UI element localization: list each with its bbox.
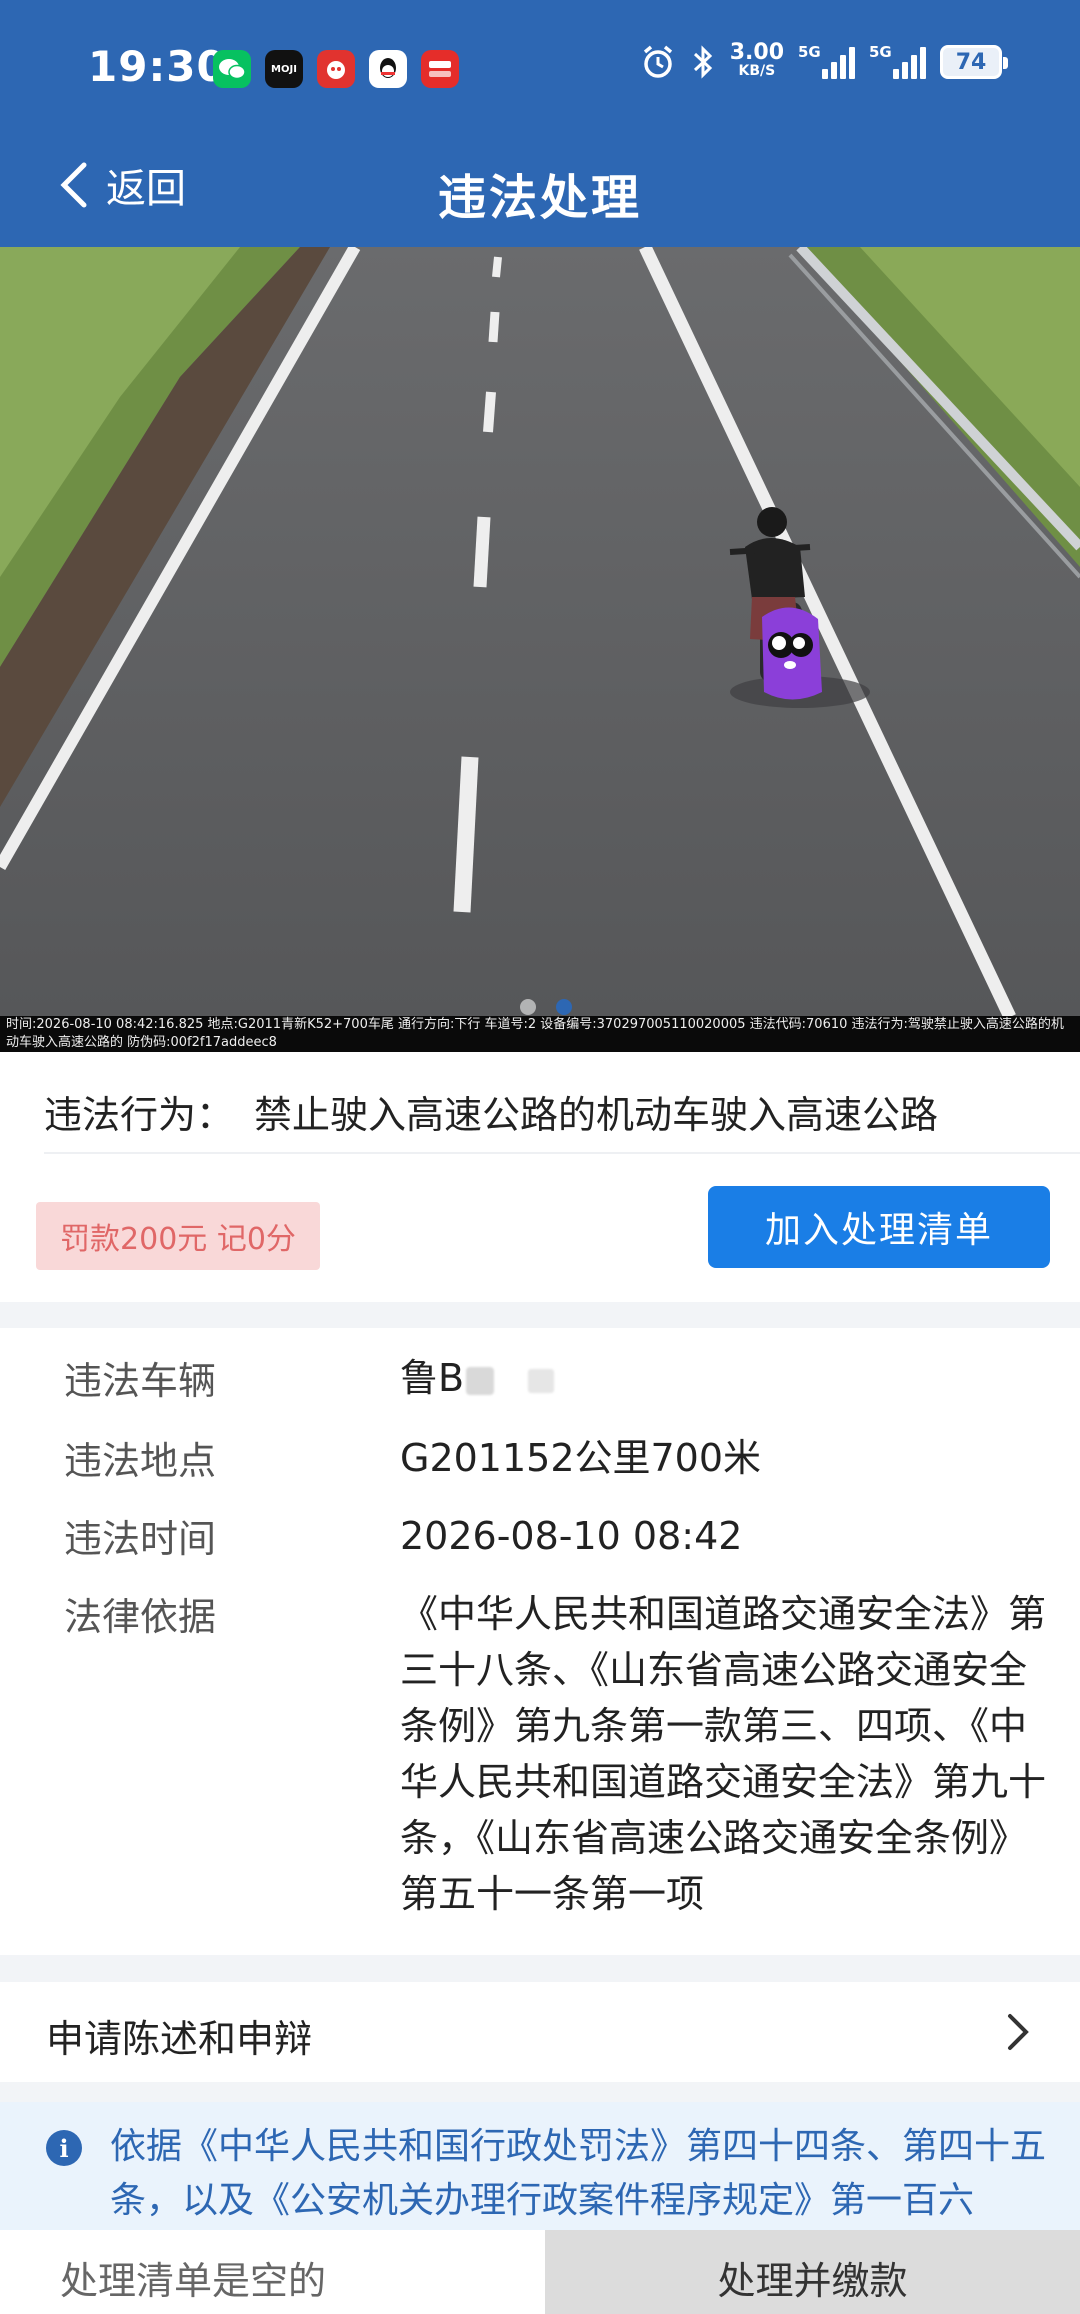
- info-icon: i: [46, 2130, 82, 2166]
- violation-details: 违法车辆 鲁B 违法地点 G201152公里700米 违法时间 2026-08-…: [0, 1328, 1080, 1955]
- violation-behavior-value: 禁止驶入高速公路的机动车驶入高速公路: [254, 1093, 939, 1137]
- wechat-icon: [213, 50, 251, 88]
- violation-behavior-label: 违法行为：: [44, 1093, 235, 1137]
- detail-label: 违法地点: [64, 1439, 217, 1483]
- detail-value-time: 2026-08-10 08:42: [400, 1514, 743, 1558]
- bottom-bar: 处理清单是空的 处理并缴款: [0, 2230, 1080, 2314]
- detail-value-vehicle: 鲁B: [400, 1350, 1048, 1406]
- masked-plate: [528, 1368, 555, 1393]
- fan-app-icon: [421, 50, 459, 88]
- add-to-list-button[interactable]: 加入处理清单: [708, 1186, 1050, 1268]
- violation-behavior-row: 违法行为： 禁止驶入高速公路的机动车驶入高速公路: [44, 1084, 938, 1139]
- violation-photo[interactable]: 时间:2026-08-10 08:42:16.825 地点:G2011青新K52…: [0, 247, 1080, 1052]
- bluetooth-icon: [693, 45, 712, 79]
- detail-row-time: 违法时间 2026-08-10 08:42: [64, 1508, 1048, 1564]
- nav-bar: 返回 违法处理: [0, 140, 1080, 247]
- signal-strength-1: 5G: [798, 43, 855, 79]
- detail-row-legal-basis: 法律依据 《中华人民共和国道路交通安全法》第三十八条、《山东省高速公路交通安全条…: [64, 1586, 1048, 1922]
- road-scene-image: [0, 247, 1080, 1052]
- detail-label: 违法车辆: [64, 1359, 217, 1403]
- battery-indicator: 74: [940, 45, 1008, 79]
- red-app-icon: [317, 50, 355, 88]
- notice-text: 依据《中华人民共和国行政处罚法》第四十四条、第四十五条，以及《公安机关办理行政案…: [110, 2126, 1047, 2221]
- detail-row-vehicle: 违法车辆 鲁B: [64, 1350, 1048, 1406]
- page-title: 违法处理: [437, 170, 642, 226]
- fine-badge: 罚款200元 记0分: [36, 1202, 320, 1270]
- notification-icons: MOJI: [213, 50, 459, 88]
- pager-dot-1[interactable]: [520, 999, 536, 1015]
- photo-caption: 时间:2026-08-10 08:42:16.825 地点:G2011青新K52…: [0, 1016, 1080, 1052]
- masked-plate: [466, 1366, 495, 1395]
- process-and-pay-button[interactable]: 处理并缴款: [545, 2230, 1080, 2314]
- appeal-row[interactable]: 申请陈述和申辩: [0, 1982, 1080, 2082]
- alarm-icon: [643, 45, 672, 78]
- network-speed: 3.00 KB/S: [729, 40, 784, 80]
- pager-dot-2[interactable]: [556, 999, 572, 1015]
- legal-notice: i 依据《中华人民共和国行政处罚法》第四十四条、第四十五条，以及《公安机关办理行…: [0, 2102, 1080, 2230]
- status-indicators: 3.00 KB/S 5G 5G 74: [640, 40, 1008, 80]
- qq-icon: [369, 50, 407, 88]
- status-time: 19:30: [88, 42, 227, 91]
- detail-row-location: 违法地点 G201152公里700米: [64, 1430, 1048, 1486]
- detail-label: 法律依据: [64, 1595, 217, 1639]
- divider: [44, 1152, 1080, 1154]
- status-bar: 19:30 MOJI 3.00 KB/S 5G 5G 74: [0, 0, 1080, 140]
- app-root: 19:30 MOJI 3.00 KB/S 5G 5G 74 返回 违法处理 时间…: [0, 0, 1080, 2314]
- header: 19:30 MOJI 3.00 KB/S 5G 5G 74 返回 违法处理: [0, 0, 1080, 247]
- chevron-right-icon: [1008, 2014, 1029, 2050]
- photo-pager[interactable]: [520, 999, 572, 1015]
- violation-summary: 违法行为： 禁止驶入高速公路的机动车驶入高速公路 罚款200元 记0分 加入处理…: [0, 1052, 1080, 1302]
- moji-icon: MOJI: [265, 50, 303, 88]
- detail-value-legal-basis: 《中华人民共和国道路交通安全法》第三十八条、《山东省高速公路交通安全条例》第九条…: [400, 1592, 1047, 1916]
- detail-label: 违法时间: [64, 1517, 217, 1561]
- appeal-label: 申请陈述和申辩: [46, 2017, 313, 2061]
- processing-list-status: 处理清单是空的: [0, 2230, 545, 2314]
- signal-strength-2: 5G: [869, 43, 926, 79]
- detail-value-location: G201152公里700米: [400, 1436, 762, 1480]
